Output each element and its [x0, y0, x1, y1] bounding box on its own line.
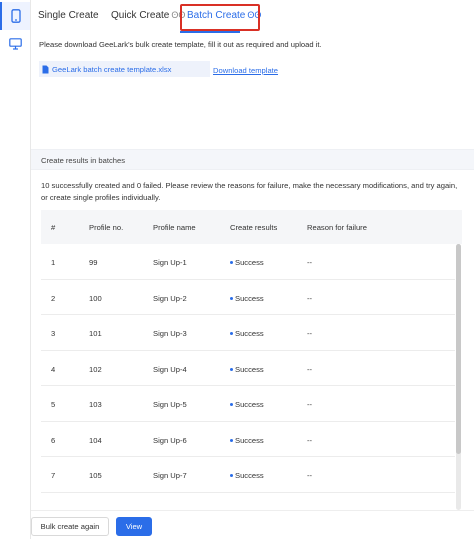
template-file-chip[interactable]: GeeLark batch create template.xlsx [39, 61, 210, 77]
status-text: Success [235, 364, 264, 374]
upload-instruction: Please download GeeLark's bulk create te… [39, 40, 322, 49]
cell-reason: -- [307, 329, 313, 338]
cell-create-result: Success [230, 400, 264, 409]
status-dot-icon [230, 474, 233, 477]
results-table: # Profile no. Profile name Create result… [41, 210, 462, 510]
table-row: 7 105 Sign Up-7 Success -- [41, 457, 455, 493]
cell-profile-no: 103 [89, 400, 102, 409]
column-header-create-results: Create results [230, 223, 278, 232]
cell-profile-name: Sign Up-1 [153, 258, 187, 267]
template-file-name: GeeLark batch create template.xlsx [52, 64, 172, 74]
status-dot-icon [230, 403, 233, 406]
column-header-index: # [51, 223, 56, 232]
status-dot-icon [230, 332, 233, 335]
cell-profile-name: Sign Up-4 [153, 364, 187, 374]
rail-item-desktop[interactable] [0, 30, 30, 58]
cell-profile-name: Sign Up-6 [153, 435, 187, 445]
cell-create-result: Success [230, 365, 264, 374]
cell-index: 6 [51, 435, 56, 445]
cell-create-result: Success [230, 258, 264, 267]
cell-index: 5 [51, 400, 56, 409]
status-dot-icon [230, 261, 233, 264]
column-header-reason: Reason for failure [307, 223, 367, 232]
table-header: # Profile no. Profile name Create result… [41, 210, 462, 244]
cell-create-result: Success [230, 436, 264, 445]
cell-profile-no: 104 [89, 435, 102, 445]
cell-reason: -- [307, 364, 313, 374]
cell-profile-no: 101 [89, 329, 102, 338]
status-text: Success [235, 435, 264, 445]
cell-reason: -- [307, 258, 313, 267]
footer: Bulk create again View [31, 510, 474, 539]
cell-profile-name: Sign Up-3 [153, 329, 187, 338]
status-dot-icon [230, 296, 233, 300]
cell-reason: -- [307, 435, 313, 445]
cell-profile-no: 105 [89, 471, 102, 480]
results-section-title: Create results in batches [41, 156, 125, 165]
tab-single-create[interactable]: Single Create [38, 10, 99, 21]
status-text: Success [235, 293, 264, 303]
highlight-box [180, 4, 260, 31]
cell-create-result: Success [230, 329, 264, 338]
results-message: 10 successfully created and 0 failed. Pl… [41, 181, 458, 202]
view-button[interactable]: View [116, 517, 152, 536]
cell-index: 2 [51, 293, 56, 303]
cell-reason: -- [307, 471, 313, 480]
scrollbar-thumb[interactable] [456, 244, 461, 454]
active-tab-indicator [180, 31, 240, 33]
status-dot-icon [230, 438, 233, 442]
status-text: Success [235, 329, 264, 338]
status-text: Success [235, 258, 264, 267]
bulk-create-again-button[interactable]: Bulk create again [31, 517, 109, 536]
cell-reason: -- [307, 400, 313, 409]
cell-index: 7 [51, 471, 56, 480]
left-rail [0, 0, 31, 539]
table-row: 4 102 Sign Up-4 Success -- [41, 351, 455, 386]
table-row: 2 100 Sign Up-2 Success -- [41, 280, 455, 315]
cell-profile-no: 99 [89, 258, 98, 267]
table-row: 3 101 Sign Up-3 Success -- [41, 315, 455, 351]
rail-item-phone[interactable] [0, 2, 30, 30]
cell-index: 3 [51, 329, 56, 338]
file-icon [42, 65, 49, 73]
cell-profile-name: Sign Up-7 [153, 471, 187, 480]
desktop-icon [8, 38, 22, 50]
cell-profile-no: 100 [89, 293, 102, 303]
phone-icon [11, 9, 21, 23]
cell-profile-name: Sign Up-2 [153, 293, 187, 303]
cell-create-result: Success [230, 294, 264, 303]
cell-index: 1 [51, 258, 56, 267]
results-section-header: Create results in batches [31, 149, 474, 170]
cell-index: 4 [51, 364, 56, 374]
table-scrollbar[interactable] [456, 244, 461, 510]
table-row: 5 103 Sign Up-5 Success -- [41, 386, 455, 422]
table-row: 1 99 Sign Up-1 Success -- [41, 244, 455, 280]
status-text: Success [235, 471, 264, 480]
cell-reason: -- [307, 293, 313, 303]
download-template-link[interactable]: Download template [213, 66, 278, 75]
column-header-profile-name: Profile name [153, 223, 196, 232]
status-dot-icon [230, 367, 233, 371]
tab-quick-create[interactable]: Quick Create ʘʘ [111, 10, 185, 21]
cell-profile-no: 102 [89, 364, 102, 374]
column-header-profile-no: Profile no. [89, 223, 124, 232]
cell-profile-name: Sign Up-5 [153, 400, 187, 409]
status-text: Success [235, 400, 264, 409]
table-row: 6 104 Sign Up-6 Success -- [41, 422, 455, 457]
cell-create-result: Success [230, 471, 264, 480]
